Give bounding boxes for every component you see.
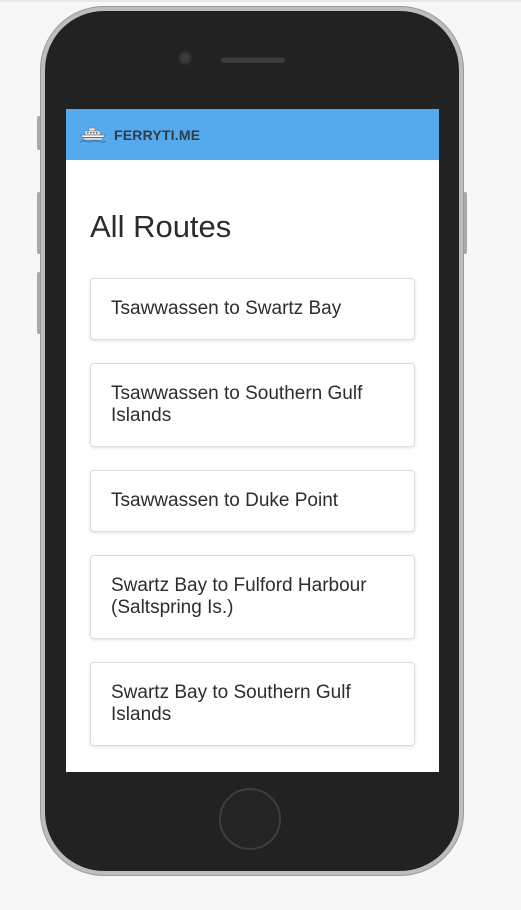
route-card[interactable]: Tsawwassen to Duke Point bbox=[90, 470, 415, 532]
page: FERRYTI.ME All Routes Tsawwassen to Swar… bbox=[0, 0, 521, 910]
brand-name[interactable]: FERRYTI.ME bbox=[114, 127, 200, 143]
route-card[interactable]: Swartz Bay to Fulford Harbour (Saltsprin… bbox=[90, 555, 415, 639]
route-card[interactable]: Tsawwassen to Southern Gulf Islands bbox=[90, 363, 415, 447]
navbar: FERRYTI.ME bbox=[66, 109, 439, 160]
ferry-icon[interactable] bbox=[79, 127, 107, 143]
phone-screen: FERRYTI.ME All Routes Tsawwassen to Swar… bbox=[66, 109, 439, 772]
window-edge bbox=[0, 0, 521, 2]
main-content: All Routes Tsawwassen to Swartz Bay Tsaw… bbox=[66, 208, 439, 746]
route-card[interactable]: Swartz Bay to Southern Gulf Islands bbox=[90, 662, 415, 746]
earpiece-speaker bbox=[220, 56, 286, 63]
route-card[interactable]: Tsawwassen to Swartz Bay bbox=[90, 278, 415, 340]
home-button[interactable] bbox=[219, 788, 281, 850]
front-camera bbox=[180, 53, 190, 63]
page-title: All Routes bbox=[90, 209, 232, 244]
route-list: Tsawwassen to Swartz Bay Tsawwassen to S… bbox=[90, 278, 415, 746]
